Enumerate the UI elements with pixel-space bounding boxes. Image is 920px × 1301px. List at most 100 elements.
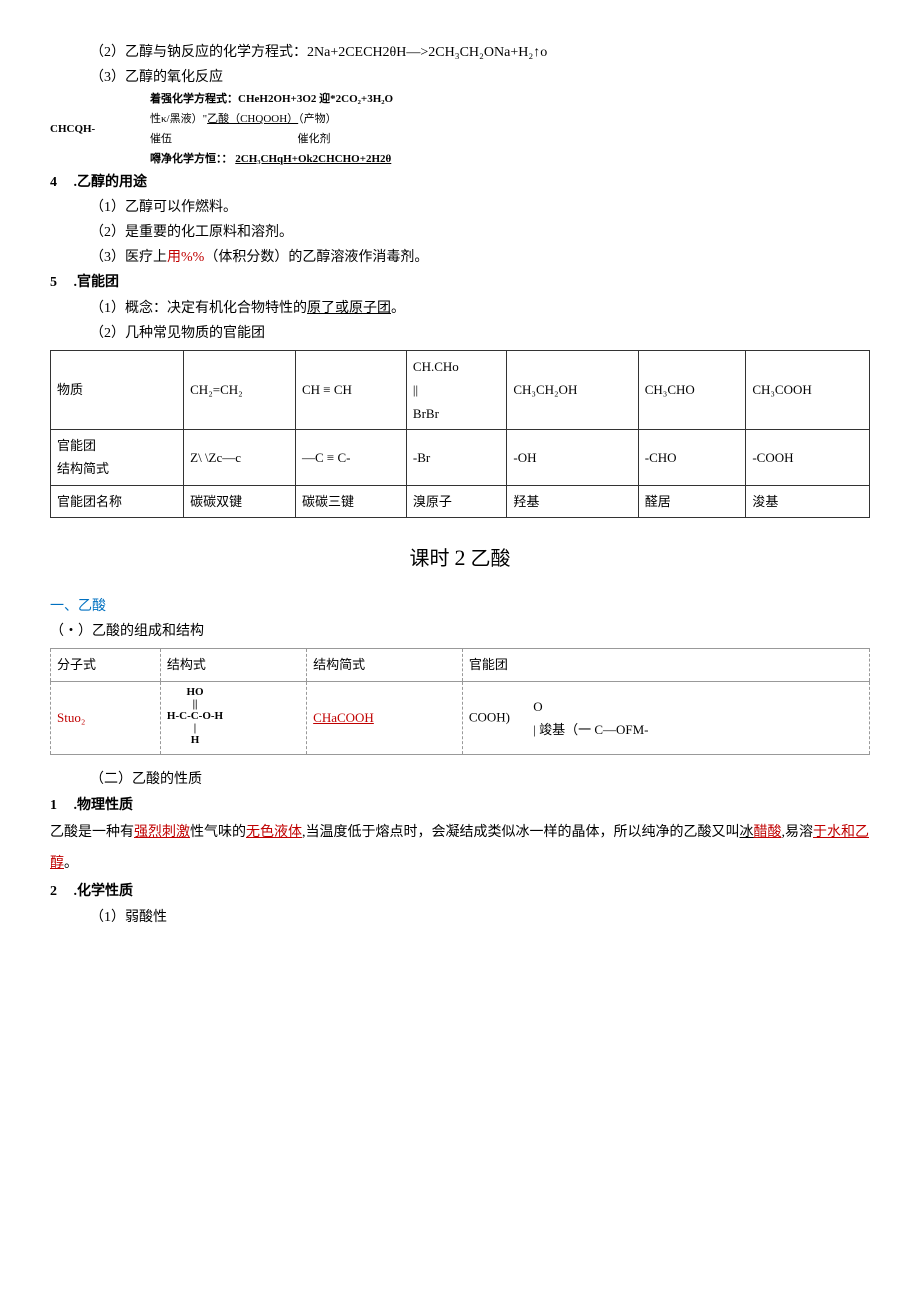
oxidation-left-label: CHCQH- bbox=[50, 120, 95, 140]
item-3: （3）乙醇的氧化反应 bbox=[50, 65, 870, 90]
struct-line: | bbox=[167, 722, 223, 734]
table-cell: Stuo₂ bbox=[51, 681, 161, 755]
oxidation-line3a: 催伍 bbox=[150, 133, 172, 145]
table-row: 物质 CH₂=CH₂ CH ≡ CH CH.CHo || BrBr CH₃CH₂… bbox=[51, 350, 870, 429]
table-cell: 官能团 结构简式 bbox=[51, 430, 184, 486]
table-cell: 溴原子 bbox=[406, 485, 506, 517]
section-1b-heading: 1 .物理性质 bbox=[50, 793, 870, 818]
section-4-p2: （2）是重要的化工原料和溶剂。 bbox=[50, 220, 870, 245]
lesson-title-num: 2 bbox=[455, 545, 466, 570]
section-1b-title: .物理性质 bbox=[74, 798, 134, 813]
section-2b-title: .化学性质 bbox=[74, 884, 134, 899]
oxidation-line2b: 乙酸（CHQOOH） bbox=[207, 113, 298, 125]
table-cell: CH₃COOH bbox=[746, 350, 870, 429]
text-f: 冰 bbox=[740, 825, 754, 840]
oxidation-line4: 嘚净化学方恒：： 2CH₃CHqH+Ok2CHCHO+2H2θ bbox=[150, 150, 870, 170]
text-g: 醋酸 bbox=[754, 825, 782, 840]
condensed-formula: CHaCOOH bbox=[313, 710, 374, 725]
section-4-heading: 4 .乙醇的用途 bbox=[50, 170, 870, 195]
item-3-label: （3）乙醇的氧化反应 bbox=[90, 70, 223, 85]
table-cell: 官能团 bbox=[462, 649, 869, 681]
section-5-p1a: （1）概念：决定有机化合物特性的 bbox=[90, 301, 307, 316]
table-cell: 官能团名称 bbox=[51, 485, 184, 517]
table-cell: 结构式 bbox=[160, 649, 306, 681]
text-e: ,当温度低于熔点时，会凝结成类似冰一样的晶体，所以纯净的乙酸又叫 bbox=[302, 825, 740, 840]
table-cell: HO || H-C-C-O-H | H bbox=[160, 681, 306, 755]
table-cell: 分子式 bbox=[51, 649, 161, 681]
table-cell: 碳碳三键 bbox=[295, 485, 406, 517]
lesson-title-c: 乙酸 bbox=[466, 548, 511, 570]
section-b-heading: （二）乙酸的性质 bbox=[50, 767, 870, 792]
struct-line: H bbox=[167, 734, 223, 746]
table-row: 官能团名称 碳碳双键 碳碳三键 溴原子 羟基 醛居 浚基 bbox=[51, 485, 870, 517]
section-2b-p1: （1）弱酸性 bbox=[50, 905, 870, 930]
oxidation-line2c: （产物） bbox=[298, 113, 337, 125]
lesson-title: 课时 2 乙酸 bbox=[50, 538, 870, 578]
table-cell: 醛居 bbox=[638, 485, 746, 517]
section-2b-heading: 2 .化学性质 bbox=[50, 879, 870, 904]
table-cell: CH ≡ CH bbox=[295, 350, 406, 429]
section-4-p3b: 用%% bbox=[167, 250, 204, 265]
section-a-heading: 一、乙酸 bbox=[50, 594, 870, 619]
table-cell: 羟基 bbox=[507, 485, 638, 517]
table-cell: 碳碳双键 bbox=[184, 485, 296, 517]
section-5-heading: 5 .官能团 bbox=[50, 270, 870, 295]
table-cell: 物质 bbox=[51, 350, 184, 429]
table-cell: 浚基 bbox=[746, 485, 870, 517]
table-cell: -OH bbox=[507, 430, 638, 486]
table-cell: 结构简式 bbox=[307, 649, 463, 681]
table-cell: CH₃CHO bbox=[638, 350, 746, 429]
text-h: ,易溶 bbox=[782, 825, 814, 840]
oxidation-line4b: 2CH₃CHqH+Ok2CHCHO+2H2θ bbox=[235, 153, 391, 165]
text-c: 性气味的 bbox=[190, 825, 246, 840]
oxidation-line2: 性κ/黑液）"乙酸（CHQOOH）（产物） bbox=[150, 110, 870, 130]
oxidation-line3: 催伍 催化剂 bbox=[150, 130, 870, 150]
structural-formula: HO || H-C-C-O-H | H bbox=[167, 686, 223, 746]
section-5-title: .官能团 bbox=[74, 275, 120, 290]
table-cell: CHaCOOH bbox=[307, 681, 463, 755]
text-j: 。 bbox=[64, 856, 78, 871]
oxidation-line3b: 催化剂 bbox=[298, 133, 331, 145]
formula-text: Stuo₂ bbox=[57, 710, 85, 725]
group-label-a: COOH) bbox=[469, 709, 510, 724]
section-4-p1: （1）乙醇可以作燃料。 bbox=[50, 195, 870, 220]
oxidation-line2a: 性κ/黑液）" bbox=[150, 113, 207, 125]
table-cell: -COOH bbox=[746, 430, 870, 486]
table-cell: -Br bbox=[406, 430, 506, 486]
section-5-num: 5 bbox=[50, 270, 70, 295]
section-5-p1b: 原了或原子团 bbox=[307, 301, 391, 316]
section-4-p3a: （3）医疗上 bbox=[90, 250, 167, 265]
item-2-equation: 2Na+2CECH2θH—>2CH₃CH₂ONa+H₂↑o bbox=[307, 45, 547, 60]
group-label-b: O | 竣基（一 C—OFM- bbox=[533, 695, 648, 742]
oxidation-line4a: 嘚净化学方恒：： bbox=[150, 153, 233, 165]
struct-line: || bbox=[167, 698, 223, 710]
table-row: Stuo₂ HO || H-C-C-O-H | H CHaCOOH COOH) … bbox=[51, 681, 870, 755]
section-4-p3: （3）医疗上用%%（体积分数）的乙醇溶液作消毒剂。 bbox=[50, 245, 870, 270]
table-row: 分子式 结构式 结构简式 官能团 bbox=[51, 649, 870, 681]
section-4-p3c: （体积分数）的乙醇溶液作消毒剂。 bbox=[204, 250, 428, 265]
lesson-title-a: 课时 bbox=[410, 548, 455, 570]
table-cell: -CHO bbox=[638, 430, 746, 486]
struct-line: HO bbox=[167, 686, 223, 698]
acetic-acid-table: 分子式 结构式 结构简式 官能团 Stuo₂ HO || H-C-C-O-H |… bbox=[50, 648, 870, 755]
section-5-p1c: 。 bbox=[391, 301, 405, 316]
text-a: 乙酸是一种有 bbox=[50, 825, 134, 840]
table-cell: CH₂=CH₂ bbox=[184, 350, 296, 429]
item-2-label: （2）乙醇与钠反应的化学方程式： bbox=[90, 45, 307, 60]
table-row: 官能团 结构简式 Z\ \Zc—c —C ≡ C- -Br -OH -CHO -… bbox=[51, 430, 870, 486]
section-4-num: 4 bbox=[50, 170, 70, 195]
section-a-sub1: （・）乙酸的组成和结构 bbox=[50, 619, 870, 644]
oxidation-block: CHCQH- 着强化学方程式：CHeH2OH+3O2 迎*2CO₂+3H₂O 性… bbox=[50, 90, 870, 169]
struct-line: H-C-C-O-H bbox=[167, 710, 223, 722]
table-cell: —C ≡ C- bbox=[295, 430, 406, 486]
section-1b-paragraph: 乙酸是一种有强烈刺激性气味的无色液体,当温度低于熔点时，会凝结成类似冰一样的晶体… bbox=[50, 818, 870, 880]
functional-group-table: 物质 CH₂=CH₂ CH ≡ CH CH.CHo || BrBr CH₃CH₂… bbox=[50, 350, 870, 518]
item-2: （2）乙醇与钠反应的化学方程式：2Na+2CECH2θH—>2CH₃CH₂ONa… bbox=[50, 40, 870, 65]
oxidation-line1: 着强化学方程式：CHeH2OH+3O2 迎*2CO₂+3H₂O bbox=[150, 90, 870, 110]
section-5-p1: （1）概念：决定有机化合物特性的原了或原子团。 bbox=[50, 296, 870, 321]
section-4-title: .乙醇的用途 bbox=[74, 175, 148, 190]
section-1b-num: 1 bbox=[50, 793, 70, 818]
section-2b-num: 2 bbox=[50, 879, 70, 904]
section-5-p2: （2）几种常见物质的官能团 bbox=[50, 321, 870, 346]
oxidation-line1-text: 着强化学方程式：CHeH2OH+3O2 迎*2CO₂+3H₂O bbox=[150, 93, 393, 105]
